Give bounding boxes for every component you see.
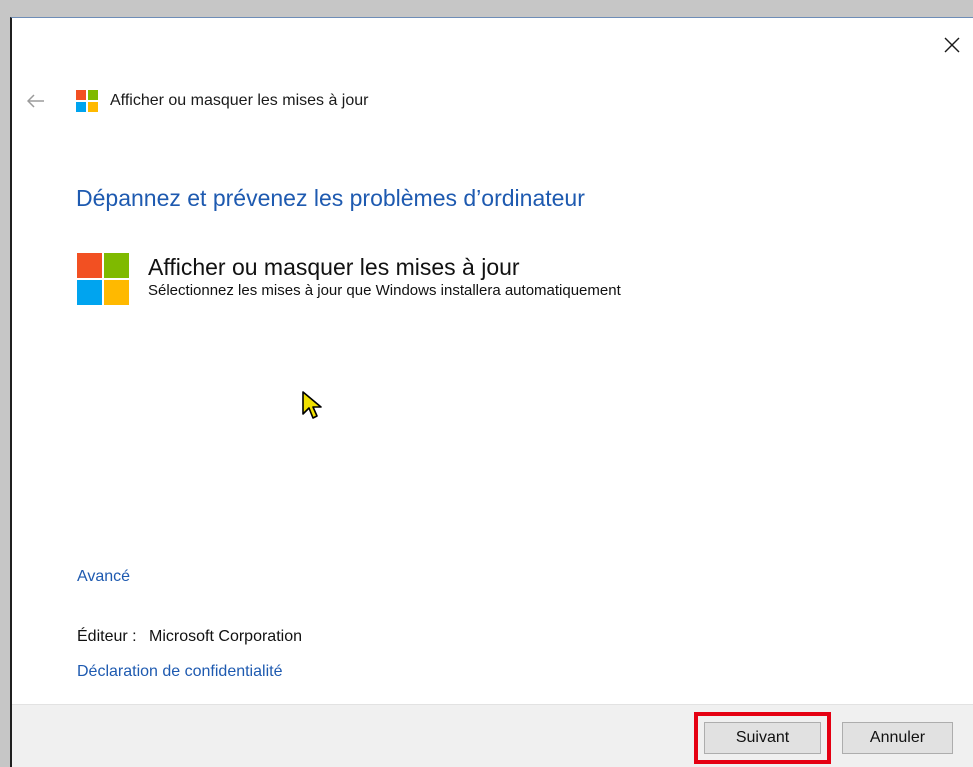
privacy-statement-link[interactable]: Déclaration de confidentialité [77, 663, 282, 681]
page-heading: Dépannez et prévenez les problèmes d’ord… [76, 185, 585, 211]
back-arrow-icon [27, 94, 44, 108]
cancel-button[interactable]: Annuler [842, 722, 953, 754]
windows-logo-icon [76, 90, 98, 112]
next-button-highlight: Suivant [694, 712, 831, 764]
screen: Afficher ou masquer les mises à jour Dép… [0, 0, 973, 767]
troubleshooter-dialog: Afficher ou masquer les mises à jour Dép… [10, 17, 973, 767]
mouse-cursor-icon [302, 391, 322, 419]
title-bar: Afficher ou masquer les mises à jour [24, 86, 368, 116]
task-description: Sélectionnez les mises à jour que Window… [148, 282, 621, 299]
publisher-info: Éditeur : Microsoft Corporation [77, 628, 302, 646]
task-title: Afficher ou masquer les mises à jour [148, 254, 520, 280]
windows-logo-icon [77, 253, 129, 305]
next-button[interactable]: Suivant [704, 722, 821, 754]
advanced-link[interactable]: Avancé [77, 568, 130, 586]
task-item: Afficher ou masquer les mises à jour Sél… [77, 253, 621, 305]
dialog-footer: Suivant Annuler [12, 704, 973, 767]
close-icon [944, 37, 960, 53]
publisher-value: Microsoft Corporation [149, 628, 302, 645]
close-button[interactable] [937, 30, 967, 60]
task-text: Afficher ou masquer les mises à jour Sél… [148, 253, 621, 301]
publisher-label: Éditeur : [77, 628, 137, 645]
back-button[interactable] [24, 89, 48, 113]
window-title: Afficher ou masquer les mises à jour [110, 92, 369, 109]
